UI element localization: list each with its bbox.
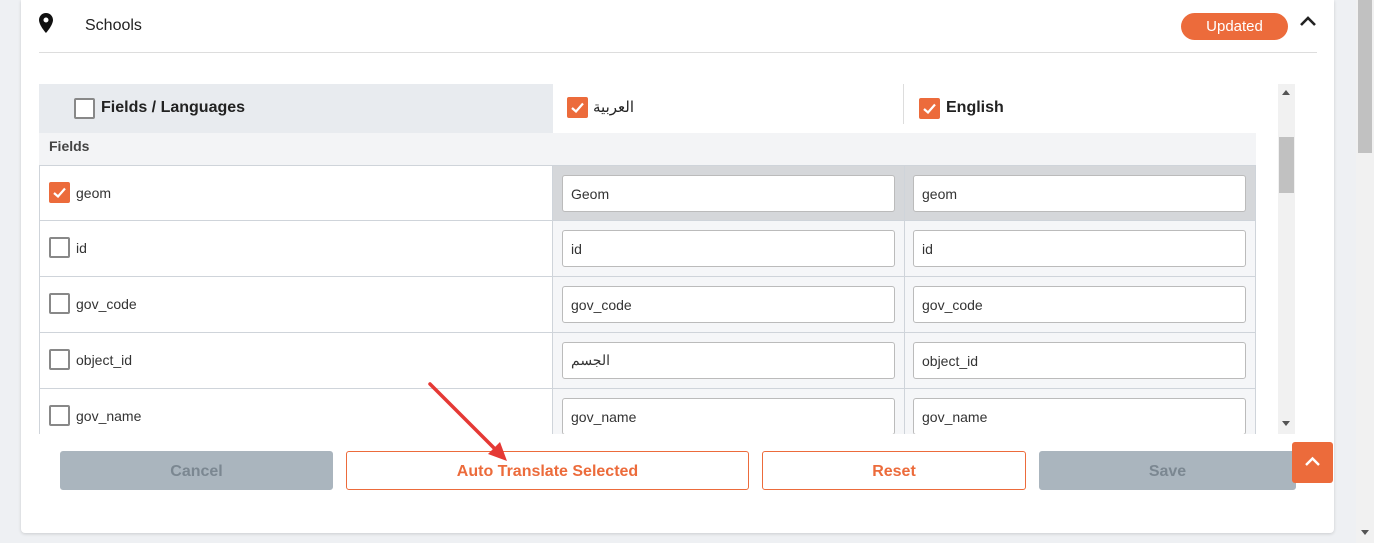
row-checkbox[interactable] (49, 237, 70, 258)
english-cell (905, 166, 1256, 220)
english-language-checkbox[interactable] (919, 98, 940, 119)
reset-button[interactable]: Reset (762, 451, 1026, 490)
arabic-cell (553, 221, 905, 276)
english-cell (905, 389, 1256, 434)
arabic-cell (553, 389, 905, 434)
english-translation-input[interactable] (913, 175, 1246, 212)
arabic-cell (553, 166, 905, 220)
row-checkbox[interactable] (49, 293, 70, 314)
table-row: object_id (39, 333, 1256, 389)
field-name: gov_code (76, 296, 137, 312)
table-row: gov_name (39, 389, 1256, 434)
english-translation-input[interactable] (913, 342, 1246, 379)
field-name: geom (76, 185, 112, 201)
field-name-cell: gov_code (39, 277, 553, 332)
field-name-cell: object_id (39, 333, 553, 388)
page-scrollbar[interactable] (1356, 0, 1374, 543)
card-title: Schools (85, 17, 142, 34)
check-icon (53, 187, 66, 198)
scroll-up-arrow-icon[interactable] (1282, 90, 1290, 95)
fields-languages-label: Fields / Languages (101, 99, 246, 116)
section-label: Fields (49, 138, 90, 154)
arabic-cell (553, 333, 905, 388)
table-row: gov_code (39, 277, 1256, 333)
field-name-cell: gov_name (39, 389, 553, 434)
field-name-cell: id (39, 221, 553, 276)
field-name-cell: geom (39, 166, 553, 220)
arabic-column-header: العربية (553, 84, 904, 124)
scrollbar-thumb[interactable] (1279, 137, 1294, 193)
card-header: Schools Updated (39, 0, 1317, 53)
row-checkbox[interactable] (49, 405, 70, 426)
field-name: object_id (76, 352, 133, 368)
english-column-header: English (904, 84, 1256, 133)
chevron-up-icon[interactable] (1299, 14, 1317, 28)
cancel-button[interactable]: Cancel (60, 451, 333, 490)
english-translation-input[interactable] (913, 230, 1246, 267)
status-badge: Updated (1181, 13, 1288, 40)
chevron-up-icon (1305, 456, 1320, 466)
translation-table: Fields / Languages العربية English Field… (39, 84, 1295, 434)
english-label: English (946, 99, 1004, 116)
arabic-translation-input[interactable] (562, 398, 895, 434)
english-cell (905, 277, 1256, 332)
check-icon (923, 103, 936, 114)
field-name: id (76, 240, 87, 256)
save-button[interactable]: Save (1039, 451, 1296, 490)
row-checkbox[interactable] (49, 349, 70, 370)
english-cell (905, 333, 1256, 388)
map-pin-icon (39, 13, 53, 33)
fields-section-row: Fields (39, 133, 1256, 165)
page-scrollbar-thumb[interactable] (1358, 0, 1372, 153)
field-name: gov_name (76, 408, 142, 424)
arabic-language-checkbox[interactable] (567, 97, 588, 118)
arabic-translation-input[interactable] (562, 342, 895, 379)
row-checkbox[interactable] (49, 182, 70, 203)
scroll-to-top-button[interactable] (1292, 442, 1333, 483)
english-translation-input[interactable] (913, 286, 1246, 323)
arabic-translation-input[interactable] (562, 286, 895, 323)
table-scrollbar[interactable] (1278, 84, 1295, 434)
check-icon (571, 102, 584, 113)
arabic-label: العربية (593, 99, 634, 116)
english-cell (905, 221, 1256, 276)
table-row: geom (39, 165, 1256, 221)
arabic-translation-input[interactable] (562, 175, 895, 212)
english-translation-input[interactable] (913, 398, 1246, 434)
auto-translate-selected-button[interactable]: Auto Translate Selected (346, 451, 749, 490)
scroll-down-arrow-icon[interactable] (1282, 421, 1290, 426)
arabic-translation-input[interactable] (562, 230, 895, 267)
arabic-cell (553, 277, 905, 332)
fields-languages-header: Fields / Languages (39, 84, 553, 133)
table-row: id (39, 221, 1256, 277)
table-header: Fields / Languages العربية English (39, 84, 1256, 133)
page-scroll-down-arrow-icon[interactable] (1361, 530, 1369, 535)
select-all-checkbox[interactable] (74, 98, 95, 119)
